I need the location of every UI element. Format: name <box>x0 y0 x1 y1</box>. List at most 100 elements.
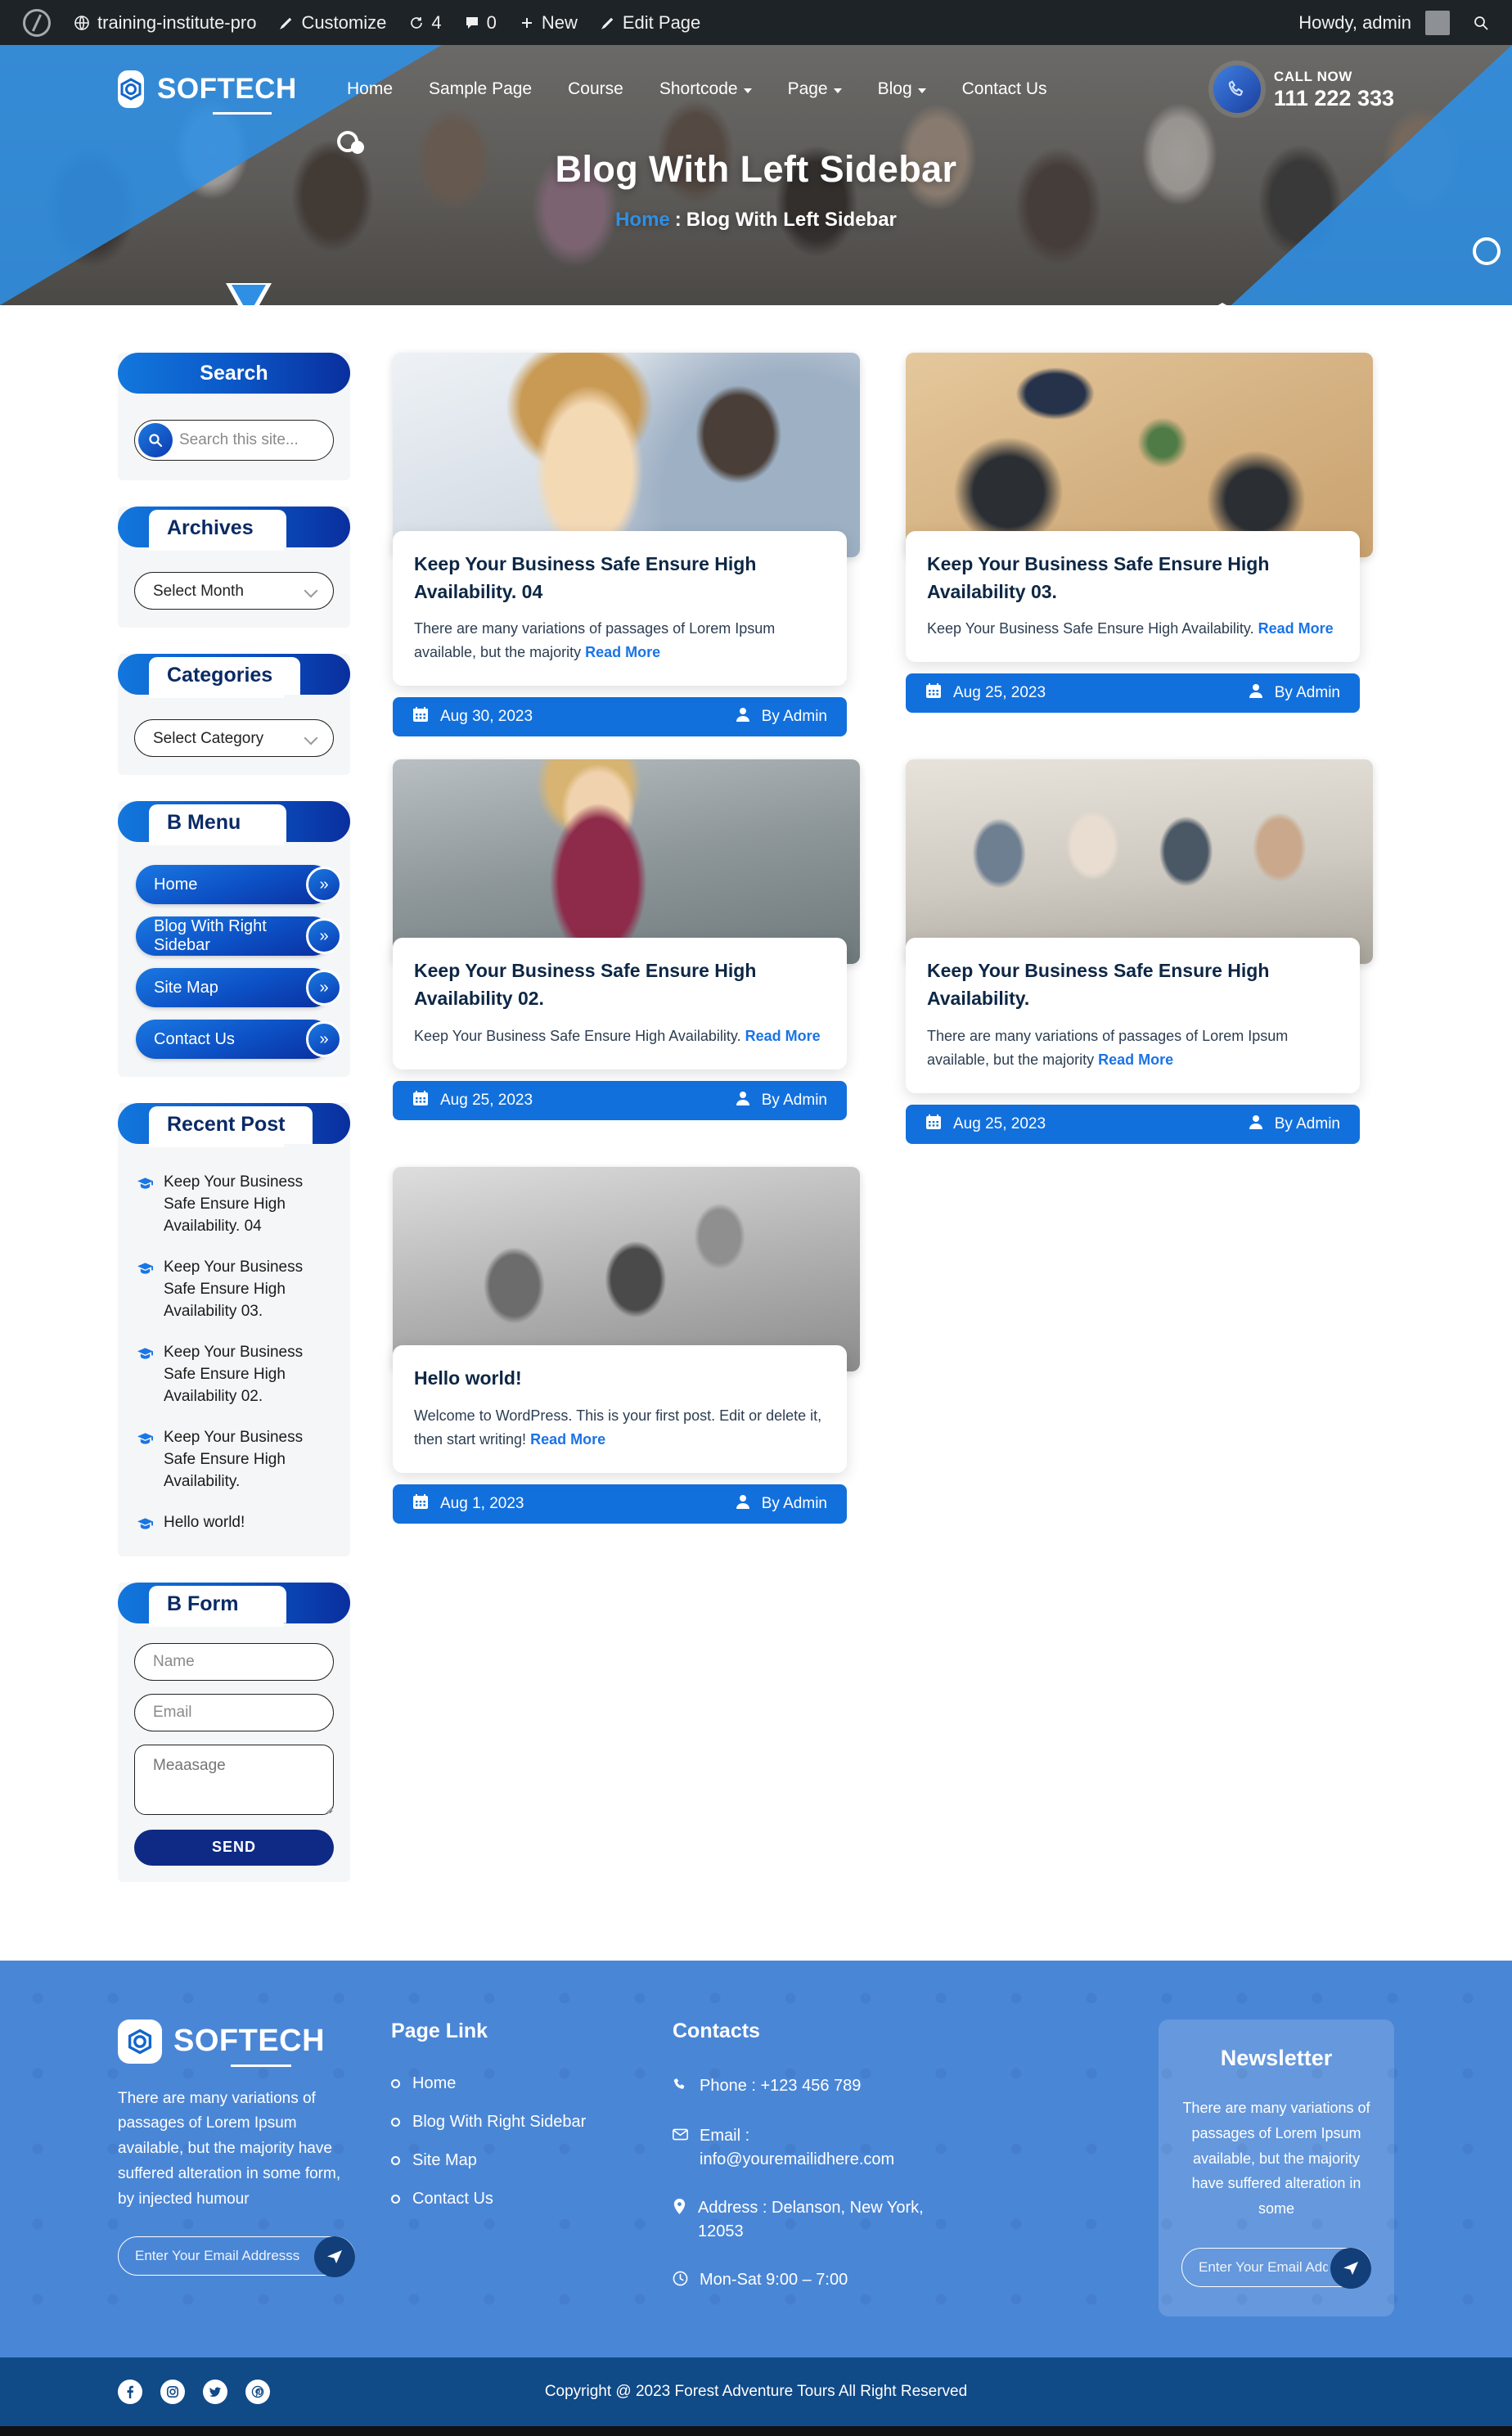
softech-logo-icon <box>118 2019 162 2064</box>
newsletter-submit-button[interactable] <box>1330 2248 1371 2290</box>
edit-pencil-icon <box>601 16 615 30</box>
post-thumbnail[interactable] <box>906 759 1373 965</box>
site-title: SOFTECH <box>157 73 297 115</box>
post-date-label: Aug 25, 2023 <box>953 1114 1046 1132</box>
footer-contacts-column: Contacts Phone : +123 456 789 Email : in… <box>673 2019 943 2317</box>
newsletter-email-input[interactable] <box>1199 2259 1328 2276</box>
widget-bform: B Form SEND <box>118 1582 350 1882</box>
post-body: Keep Your Business Safe Ensure High Avai… <box>393 531 847 687</box>
bmenu-label: Site Map <box>154 978 218 997</box>
read-more-link[interactable]: Read More <box>585 644 660 660</box>
post-author: By Admin <box>736 707 827 727</box>
read-more-link[interactable]: Read More <box>530 1431 605 1448</box>
twitter-icon[interactable] <box>203 2380 227 2405</box>
edit-page-button[interactable]: Edit Page <box>589 0 712 45</box>
nav-item-shortcode[interactable]: Shortcode <box>641 71 770 107</box>
double-chevron-right-icon: » <box>306 1021 342 1057</box>
graduation-cap-icon <box>137 1430 153 1452</box>
instagram-icon[interactable] <box>160 2380 185 2405</box>
bmenu-item-site-map[interactable]: Site Map » <box>136 968 342 1007</box>
nav-item-blog[interactable]: Blog <box>860 71 944 107</box>
list-item[interactable]: Keep Your Business Safe Ensure High Avai… <box>137 1342 331 1408</box>
graduation-cap-icon <box>137 1344 153 1367</box>
nav-item-sample-page[interactable]: Sample Page <box>411 71 550 107</box>
post-title[interactable]: Keep Your Business Safe Ensure High Avai… <box>414 551 826 606</box>
post-body: Hello world! Welcome to WordPress. This … <box>393 1344 847 1473</box>
post-thumbnail[interactable] <box>393 1166 860 1371</box>
bmenu-item-blog-with-right-sidebar[interactable]: Blog With Right Sidebar » <box>136 916 342 956</box>
list-item[interactable]: Keep Your Business Safe Ensure High Avai… <box>137 1257 331 1323</box>
comments-button[interactable]: 0 <box>453 0 508 45</box>
customize-button[interactable]: Customize <box>268 0 398 45</box>
list-item[interactable]: Keep Your Business Safe Ensure High Avai… <box>137 1427 331 1493</box>
footer-link-label: Site Map <box>412 2150 477 2169</box>
nav-item-course[interactable]: Course <box>550 71 641 107</box>
footer-logo[interactable]: SOFTECH <box>118 2019 355 2068</box>
search-submit-button[interactable] <box>138 423 173 457</box>
widget-categories: Categories Select Category <box>118 654 350 775</box>
footer-email-row[interactable]: Email : info@youremailidhere.com <box>673 2124 943 2172</box>
bmenu-item-home[interactable]: Home » <box>136 865 342 904</box>
bmenu-item-contact-us[interactable]: Contact Us » <box>136 1020 342 1059</box>
post-thumbnail[interactable] <box>393 353 860 557</box>
post-title[interactable]: Keep Your Business Safe Ensure High Avai… <box>927 551 1339 606</box>
account-menu[interactable]: Howdy, admin <box>1287 0 1461 45</box>
contact-email-input[interactable] <box>134 1693 334 1731</box>
calendar-icon <box>412 1090 429 1111</box>
post-title[interactable]: Keep Your Business Safe Ensure High Avai… <box>927 957 1339 1012</box>
nav-item-page[interactable]: Page <box>770 71 860 107</box>
breadcrumb: Home: Blog With Left Sidebar <box>118 209 1394 232</box>
footer-address-row[interactable]: Address : Delanson, New York, 12053 <box>673 2196 943 2244</box>
breadcrumb-home-link[interactable]: Home <box>615 209 670 231</box>
contact-name-input[interactable] <box>134 1642 334 1681</box>
footer-subscribe-button[interactable] <box>314 2236 355 2278</box>
post-thumbnail[interactable] <box>393 759 860 965</box>
read-more-link[interactable]: Read More <box>1258 620 1334 637</box>
widget-archives-tab: Archives <box>149 510 286 547</box>
post-title[interactable]: Keep Your Business Safe Ensure High Avai… <box>414 957 826 1012</box>
post-author-label: By Admin <box>1274 684 1340 702</box>
list-item[interactable]: Hello world! <box>137 1512 331 1537</box>
howdy-label: Howdy, admin <box>1298 11 1411 33</box>
post-title[interactable]: Hello world! <box>414 1365 826 1393</box>
contact-send-button[interactable]: SEND <box>134 1829 334 1866</box>
footer-subscribe-input[interactable] <box>135 2248 312 2265</box>
breadcrumb-separator: : <box>674 209 682 231</box>
post-card: Keep Your Business Safe Ensure High Avai… <box>906 759 1394 1144</box>
post-author-label: By Admin <box>761 1494 827 1512</box>
site-logo[interactable]: SOFTECH <box>118 70 296 115</box>
read-more-link[interactable]: Read More <box>745 1028 821 1044</box>
archives-select[interactable]: Select Month <box>134 572 334 610</box>
search-input[interactable] <box>173 431 380 449</box>
footer-pagelink-title: Page Link <box>391 2019 488 2042</box>
wp-logo-button[interactable] <box>11 0 62 45</box>
adminbar-search-button[interactable] <box>1461 0 1501 45</box>
footer-link-home[interactable]: Home <box>391 2074 637 2093</box>
nav-item-home[interactable]: Home <box>329 71 411 107</box>
read-more-link[interactable]: Read More <box>1098 1051 1173 1068</box>
post-thumbnail[interactable] <box>906 353 1373 557</box>
post-card: Hello world! Welcome to WordPress. This … <box>393 1166 881 1524</box>
comment-bubble-icon <box>465 16 479 30</box>
recent-post-list: Keep Your Business Safe Ensure High Avai… <box>134 1164 334 1540</box>
footer-contacts-list: Phone : +123 456 789 Email : info@yourem… <box>673 2074 943 2294</box>
updates-count: 4 <box>431 11 442 33</box>
nav-item-contact-us[interactable]: Contact Us <box>944 71 1065 107</box>
list-item[interactable]: Keep Your Business Safe Ensure High Avai… <box>137 1172 331 1238</box>
call-now-block[interactable]: CALL NOW 111 222 333 <box>1213 65 1394 113</box>
recent-post-label: Keep Your Business Safe Ensure High Avai… <box>164 1428 304 1490</box>
site-name-menu[interactable]: training-institute-pro <box>62 0 268 45</box>
contact-message-textarea[interactable] <box>134 1744 334 1815</box>
pinterest-icon[interactable] <box>245 2380 270 2405</box>
footer-link-contact-us[interactable]: Contact Us <box>391 2190 637 2209</box>
widget-bmenu: B Menu Home » Blog With Right Sidebar » … <box>118 801 350 1077</box>
footer-link-site-map[interactable]: Site Map <box>391 2151 637 2170</box>
footer-link-blog-with-right-sidebar[interactable]: Blog With Right Sidebar <box>391 2113 637 2132</box>
new-content-button[interactable]: New <box>508 0 589 45</box>
updates-button[interactable]: 4 <box>398 0 452 45</box>
facebook-icon[interactable] <box>118 2380 142 2405</box>
envelope-icon <box>673 2124 688 2150</box>
categories-select[interactable]: Select Category <box>134 719 334 757</box>
footer-phone-row[interactable]: Phone : +123 456 789 <box>673 2074 943 2100</box>
footer-hours-row: Mon-Sat 9:00 – 7:00 <box>673 2268 943 2294</box>
